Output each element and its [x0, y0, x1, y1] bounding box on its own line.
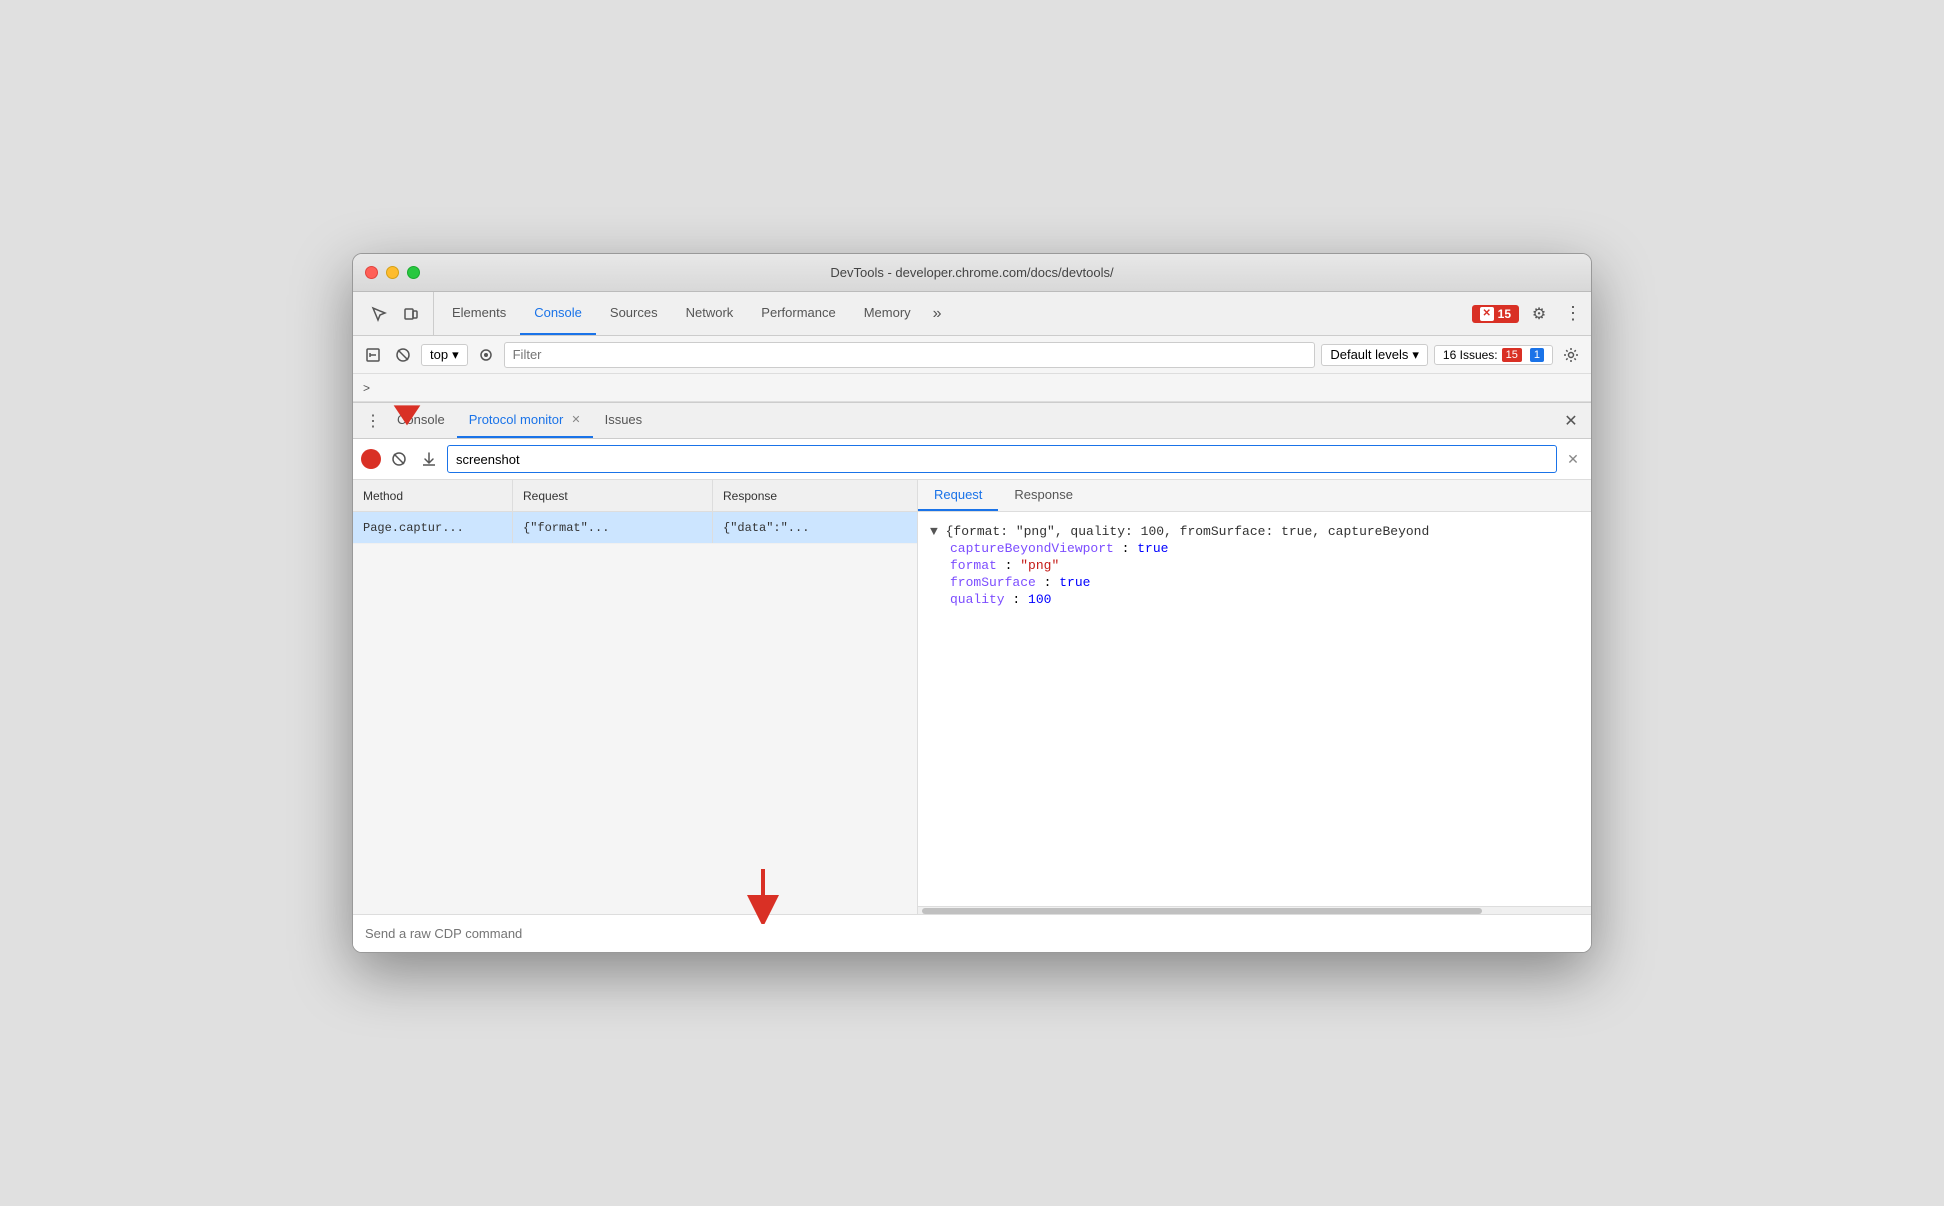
tab-network[interactable]: Network: [672, 292, 748, 335]
close-button[interactable]: [365, 266, 378, 279]
cdp-command-input[interactable]: [365, 926, 1579, 941]
download-button[interactable]: [417, 447, 441, 471]
right-tab-response[interactable]: Response: [998, 480, 1089, 511]
json-field-2: fromSurface : true: [950, 575, 1579, 590]
table-right-panel: Request Response ▼ {format: "png", quali…: [918, 480, 1591, 914]
json-value-0: true: [1137, 541, 1168, 556]
right-tab-request[interactable]: Request: [918, 480, 998, 511]
top-tab-bar: Elements Console Sources Network Perform…: [353, 292, 1591, 336]
search-input[interactable]: [447, 445, 1557, 473]
cell-request: {"format"...: [513, 512, 713, 543]
execute-script-button[interactable]: [361, 343, 385, 367]
error-issues-count: 15: [1502, 348, 1522, 362]
tab-elements[interactable]: Elements: [438, 292, 520, 335]
json-fields: captureBeyondViewport : true format : "p…: [930, 541, 1579, 607]
filter-input[interactable]: [504, 342, 1316, 368]
json-key-2: fromSurface: [950, 575, 1036, 590]
minimize-button[interactable]: [386, 266, 399, 279]
bottom-input-bar: [353, 914, 1591, 952]
table-row[interactable]: Page.captur... {"format"... {"data":"...: [353, 512, 917, 544]
right-panel-content: ▼ {format: "png", quality: 100, fromSurf…: [918, 512, 1591, 906]
table-header: Method Request Response: [353, 480, 917, 512]
log-levels-selector[interactable]: Default levels ▾: [1321, 344, 1428, 366]
json-value-3: 100: [1028, 592, 1051, 607]
cell-response: {"data":"...: [713, 512, 917, 543]
bottom-panel: ⋮ Console Protocol monitor ✕ Issues ✕: [353, 402, 1591, 952]
data-table: Method Request Response Page.captur... {…: [353, 480, 1591, 914]
panel-tabs: ⋮ Console Protocol monitor ✕ Issues ✕: [353, 403, 1591, 439]
json-key-3: quality: [950, 592, 1005, 607]
json-key-0: captureBeyondViewport: [950, 541, 1114, 556]
tab-performance[interactable]: Performance: [747, 292, 849, 335]
response-column-header: Response: [713, 480, 917, 511]
expand-triangle[interactable]: ▼: [930, 524, 946, 539]
panel-tab-console[interactable]: Console: [385, 403, 457, 438]
window-title: DevTools - developer.chrome.com/docs/dev…: [830, 265, 1113, 280]
settings-button[interactable]: [1525, 300, 1553, 328]
breadcrumb-bar: >: [353, 374, 1591, 402]
context-selector[interactable]: top ▾: [421, 344, 468, 366]
tab-console[interactable]: Console: [520, 292, 596, 335]
json-key-1: format: [950, 558, 997, 573]
table-left-panel: Method Request Response Page.captur... {…: [353, 480, 918, 914]
json-value-1: "png": [1020, 558, 1059, 573]
record-button[interactable]: [361, 449, 381, 469]
traffic-lights: [365, 266, 420, 279]
cell-method: Page.captur...: [353, 512, 513, 543]
devtools-icons: [357, 292, 434, 335]
error-icon: ✕: [1480, 307, 1494, 321]
json-field-1: format : "png": [950, 558, 1579, 573]
console-toolbar: top ▾ Default levels ▾ 16 Issues: 15 1: [353, 336, 1591, 374]
issues-count-badge[interactable]: 16 Issues: 15 1: [1434, 345, 1553, 365]
json-field-0: captureBeyondViewport : true: [950, 541, 1579, 556]
breadcrumb-chevron[interactable]: >: [363, 381, 370, 395]
horizontal-scrollbar: [918, 906, 1591, 914]
panel-tab-issues[interactable]: Issues: [593, 403, 655, 438]
json-summary-line[interactable]: ▼ {format: "png", quality: 100, fromSurf…: [930, 524, 1579, 539]
search-bar: ✕: [353, 439, 1591, 480]
json-summary-text: {format: "png", quality: 100, fromSurfac…: [946, 524, 1430, 539]
json-field-3: quality : 100: [950, 592, 1579, 607]
tab-sources[interactable]: Sources: [596, 292, 672, 335]
json-value-2: true: [1059, 575, 1090, 590]
browser-window: DevTools - developer.chrome.com/docs/dev…: [352, 253, 1592, 953]
clear-console-button[interactable]: [391, 343, 415, 367]
inspect-element-button[interactable]: [365, 300, 393, 328]
close-protocol-monitor-tab[interactable]: ✕: [571, 413, 580, 426]
maximize-button[interactable]: [407, 266, 420, 279]
panel-tab-protocol-monitor[interactable]: Protocol monitor ✕: [457, 403, 593, 438]
request-column-header: Request: [513, 480, 713, 511]
panel-more-options[interactable]: ⋮: [361, 409, 385, 433]
right-panel-tabs: Request Response: [918, 480, 1591, 512]
clear-search-button[interactable]: ✕: [1563, 449, 1583, 469]
more-options-button[interactable]: [1559, 300, 1587, 328]
error-count-badge[interactable]: ✕ 15: [1472, 305, 1519, 323]
clear-protocol-button[interactable]: [387, 447, 411, 471]
tab-memory[interactable]: Memory: [850, 292, 925, 335]
more-tabs-button[interactable]: »: [925, 305, 950, 323]
method-column-header: Method: [353, 480, 513, 511]
title-bar: DevTools - developer.chrome.com/docs/dev…: [353, 254, 1591, 292]
close-drawer-button[interactable]: ✕: [1559, 409, 1583, 433]
protocol-monitor-content: ✕ Method Request Response Page.captur.: [353, 439, 1591, 952]
show-live-expressions-button[interactable]: [474, 343, 498, 367]
devtools-panel: Elements Console Sources Network Perform…: [353, 292, 1591, 952]
table-body: Page.captur... {"format"... {"data":"...: [353, 512, 917, 914]
info-issues-count: 1: [1530, 348, 1544, 362]
console-settings-button[interactable]: [1559, 343, 1583, 367]
device-toolbar-button[interactable]: [397, 300, 425, 328]
tab-right-actions: ✕ 15: [1472, 300, 1587, 328]
